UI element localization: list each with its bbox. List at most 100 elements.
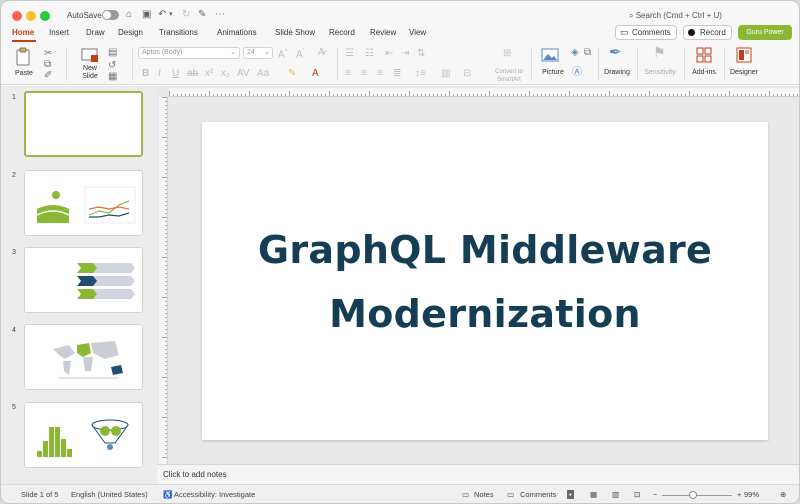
underline-icon[interactable]: U: [172, 68, 179, 79]
convert-to-smartart-button[interactable]: ⊞ Convert to SmartArt: [491, 46, 527, 83]
zoom-level[interactable]: 99%: [744, 490, 759, 499]
ruler-tick: [621, 94, 622, 96]
ruler-tick: [661, 94, 662, 96]
font-color-icon[interactable]: A: [312, 68, 319, 79]
zoom-slider[interactable]: [662, 495, 732, 496]
tab-view[interactable]: View: [409, 28, 426, 37]
ruler-tick: [349, 94, 350, 96]
strikethrough-icon[interactable]: ab: [187, 68, 198, 79]
tab-slide-show[interactable]: Slide Show: [275, 28, 315, 37]
record-button[interactable]: Record: [683, 25, 732, 40]
increase-font-icon[interactable]: A^: [278, 47, 288, 60]
slide-title[interactable]: GraphQL Middleware Modernization: [202, 218, 768, 346]
ruler-tick: [737, 94, 738, 96]
superscript-icon[interactable]: x²: [205, 68, 213, 79]
align-text-icon[interactable]: ⊟: [463, 68, 471, 79]
text-box-icon[interactable]: Ⓐ: [572, 67, 582, 78]
comments-toggle[interactable]: Comments: [520, 490, 556, 499]
autosave-toggle[interactable]: [102, 10, 119, 20]
zoom-in-icon[interactable]: +: [737, 490, 741, 499]
home-icon[interactable]: ⌂: [126, 9, 132, 21]
slide-sorter-icon[interactable]: ▦: [590, 490, 597, 499]
ruler-tick: [261, 94, 262, 96]
new-slide-button[interactable]: New Slide: [76, 46, 104, 82]
thumbnail-slide-2[interactable]: [24, 170, 143, 236]
tab-review[interactable]: Review: [370, 28, 396, 37]
designer-button[interactable]: Designer: [728, 46, 760, 82]
drawing-button[interactable]: ✒ Drawing: [602, 45, 632, 82]
redo-icon[interactable]: ↻: [182, 9, 190, 21]
tab-record[interactable]: Record: [329, 28, 355, 37]
ruler-tick: [197, 94, 198, 96]
ruler-tick: [233, 94, 234, 96]
zoom-out-icon[interactable]: −: [653, 490, 657, 499]
close-window-button[interactable]: [12, 11, 22, 21]
tab-design[interactable]: Design: [118, 28, 143, 37]
bold-icon[interactable]: B: [142, 68, 149, 79]
guru-power-button[interactable]: Guru Power: [738, 25, 792, 40]
undo-icon[interactable]: ↶: [158, 9, 166, 21]
subscript-icon[interactable]: x₂: [221, 68, 230, 79]
layout-icon[interactable]: ▤: [108, 47, 117, 58]
zoom-window-button[interactable]: [40, 11, 50, 21]
tab-home[interactable]: Home: [12, 28, 34, 37]
decrease-indent-icon[interactable]: ⇤: [385, 48, 393, 59]
character-spacing-icon[interactable]: AV: [237, 68, 250, 79]
normal-view-icon[interactable]: ▪: [567, 490, 574, 499]
language-status[interactable]: English (United States): [71, 490, 148, 499]
format-painter-brush-icon[interactable]: ✐: [44, 70, 52, 81]
tab-transitions[interactable]: Transitions: [159, 28, 198, 37]
slide-show-icon[interactable]: ⊡: [634, 490, 640, 499]
thumbnail-slide-4[interactable]: [24, 324, 143, 390]
ruler-tick: [565, 94, 566, 96]
tab-animations[interactable]: Animations: [217, 28, 257, 37]
font-name-field[interactable]: Aptos (Body) ⌄: [138, 47, 240, 59]
section-icon[interactable]: ▦: [108, 71, 117, 82]
font-size-field[interactable]: 24 ⌄: [243, 47, 273, 59]
cut-icon[interactable]: ✂: [44, 48, 52, 59]
thumbnail-slide-1[interactable]: [24, 91, 143, 157]
numbering-icon[interactable]: ☷: [365, 48, 374, 59]
notes-toggle[interactable]: Notes: [474, 490, 494, 499]
tab-insert[interactable]: Insert: [49, 28, 69, 37]
thumbnail-slide-5[interactable]: [24, 402, 143, 468]
decrease-font-icon[interactable]: Aˇ: [296, 47, 305, 60]
tab-draw[interactable]: Draw: [86, 28, 105, 37]
zoom-slider-handle[interactable]: [689, 491, 697, 499]
reset-icon[interactable]: ↺: [108, 60, 116, 71]
align-right-icon[interactable]: ≡: [377, 68, 383, 79]
fit-to-window-icon[interactable]: ⊕: [780, 490, 786, 499]
paste-button[interactable]: Paste: [12, 46, 36, 82]
undo-dropdown-icon[interactable]: ▾: [169, 9, 173, 21]
notes-pane[interactable]: Click to add notes: [157, 464, 799, 484]
format-painter-icon[interactable]: ✎: [198, 9, 206, 21]
reading-view-icon[interactable]: ▥: [612, 490, 619, 499]
accessibility-status[interactable]: Accessibility: Investigate: [174, 490, 255, 499]
thumbnail-slide-3[interactable]: [24, 247, 143, 313]
sensitivity-button[interactable]: ⚑ Sensitivity: [641, 45, 679, 82]
text-direction-icon[interactable]: ⇅: [417, 48, 425, 59]
justify-icon[interactable]: ≣: [393, 68, 401, 79]
clear-formatting-icon[interactable]: A̷: [318, 47, 325, 58]
copy-icon[interactable]: ⧉: [44, 59, 51, 70]
shapes-icon[interactable]: ◈: [571, 47, 579, 58]
ruler-tick: [461, 94, 462, 96]
increase-indent-icon[interactable]: ⇥: [401, 48, 409, 59]
more-icon[interactable]: ⋯: [215, 9, 225, 21]
italic-icon[interactable]: I: [158, 68, 161, 79]
current-slide[interactable]: GraphQL Middleware Modernization: [202, 122, 768, 440]
align-left-icon[interactable]: ≡: [345, 68, 351, 79]
bullets-icon[interactable]: ☰: [345, 48, 354, 59]
highlight-icon[interactable]: ✎: [288, 68, 296, 79]
comments-button[interactable]: ▭ Comments: [615, 25, 677, 40]
save-icon[interactable]: ▣: [142, 9, 151, 21]
search-box[interactable]: ⌕ Search (Cmd + Ctrl + U): [629, 11, 722, 21]
picture-button[interactable]: Picture: [538, 46, 568, 82]
change-case-icon[interactable]: Aa: [257, 68, 269, 79]
line-spacing-icon[interactable]: ↕≡: [415, 68, 426, 79]
minimize-window-button[interactable]: [26, 11, 36, 21]
align-center-icon[interactable]: ≡: [361, 68, 367, 79]
add-ins-button[interactable]: Add-ins: [688, 46, 720, 82]
columns-icon[interactable]: ▥: [441, 68, 450, 79]
arrange-icon[interactable]: ⧉: [584, 47, 591, 58]
